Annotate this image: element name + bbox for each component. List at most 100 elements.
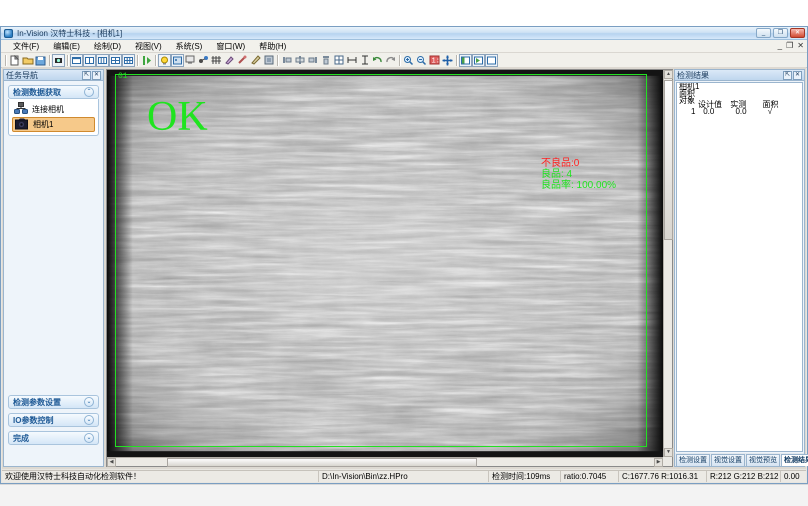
measure-icon[interactable] <box>236 54 249 67</box>
step-icon[interactable] <box>472 54 485 67</box>
align-right-icon[interactable] <box>306 54 319 67</box>
grid-icon[interactable] <box>210 54 223 67</box>
camera-image-canvas[interactable]: 01 OK 不良品:0 良品: 4 良品率: 100.00% <box>107 70 663 457</box>
align-left-icon[interactable] <box>280 54 293 67</box>
status-message: 欢迎使用汉特士科技自动化检测软件！ <box>2 471 318 482</box>
image-vertical-scrollbar[interactable]: ▲ ▼ <box>663 70 672 457</box>
light-bulb-icon[interactable] <box>158 54 171 67</box>
scroll-left-arrow-icon[interactable]: ◀ <box>107 458 116 467</box>
accordion-title: 完成 <box>13 433 84 444</box>
scroll-right-arrow-icon[interactable]: ▶ <box>654 458 663 467</box>
layout-six-icon[interactable] <box>122 54 135 67</box>
zoom-out-icon[interactable] <box>415 54 428 67</box>
tab-vision-settings[interactable]: 视觉设置 <box>711 454 745 466</box>
tool-a-icon[interactable] <box>249 54 262 67</box>
sidebar-item-connect-camera[interactable]: 连接相机 <box>12 102 95 117</box>
scroll-up-arrow-icon[interactable]: ▲ <box>664 70 673 79</box>
new-file-icon[interactable] <box>8 54 21 67</box>
accordion-title: 检测参数设置 <box>13 397 84 408</box>
sidebar-item-camera-1[interactable]: 相机1 <box>12 117 95 132</box>
zoom-in-icon[interactable] <box>402 54 415 67</box>
pan-icon[interactable] <box>441 54 454 67</box>
connect-camera-icon <box>14 102 28 117</box>
app-icon <box>4 29 13 38</box>
width-icon[interactable] <box>345 54 358 67</box>
chevron-up-icon[interactable]: ⌃ <box>84 87 94 97</box>
statistics-overlay: 不良品:0 良品: 4 良品率: 100.00% <box>541 158 616 191</box>
table-row[interactable]: 1 0.0 0.0 √ <box>691 107 794 116</box>
cell-design: 0.0 <box>703 107 733 116</box>
accordion-title: 检测数据获取 <box>13 87 84 98</box>
sidebar-item-label: 相机1 <box>33 119 53 130</box>
run-icon[interactable] <box>140 54 153 67</box>
redo-icon[interactable] <box>384 54 397 67</box>
layout-single-icon[interactable] <box>70 54 83 67</box>
tab-detection-result[interactable]: 检测结果 <box>781 454 808 466</box>
menu-draw[interactable]: 绘制(D) <box>87 41 128 52</box>
tab-vision-preview[interactable]: 视觉预览 <box>746 454 780 466</box>
menu-help[interactable]: 帮助(H) <box>252 41 293 52</box>
menu-system[interactable]: 系统(S) <box>169 41 210 52</box>
detection-result-table[interactable]: 相机1 面积 对象 设计值 实测 面积 1 0.0 0.0 √ <box>676 82 803 452</box>
accordion-header-detection-params[interactable]: 检测参数设置 ⌄ <box>8 395 99 409</box>
horizontal-scroll-thumb[interactable] <box>167 458 477 467</box>
accordion-header-io-control[interactable]: IO参数控制 ⌄ <box>8 413 99 427</box>
menu-view[interactable]: 视图(V) <box>128 41 169 52</box>
image-window-icon[interactable] <box>171 54 184 67</box>
close-icon[interactable]: ✕ <box>793 71 802 80</box>
stop-icon[interactable] <box>485 54 498 67</box>
scroll-down-arrow-icon[interactable]: ▼ <box>664 448 673 457</box>
accordion-header-finish[interactable]: 完成 ⌄ <box>8 431 99 445</box>
menu-window[interactable]: 窗口(W) <box>209 41 252 52</box>
autohide-icon[interactable]: ⇱ <box>82 71 91 80</box>
autohide-icon[interactable]: ⇱ <box>783 71 792 80</box>
toolbar: 1:1 <box>1 53 807 68</box>
mdi-restore-button[interactable]: ❐ <box>786 41 793 50</box>
mdi-minimize-button[interactable]: _ <box>778 41 782 50</box>
save-icon[interactable] <box>34 54 47 67</box>
chevron-down-icon[interactable]: ⌄ <box>84 415 94 425</box>
zoom-fit-icon[interactable]: 1:1 <box>428 54 441 67</box>
connect-camera-icon[interactable] <box>197 54 210 67</box>
window-title: In-Vision 汉特士科技 - [相机1] <box>17 28 122 39</box>
layout-three-icon[interactable] <box>96 54 109 67</box>
accordion-header-data-acquisition[interactable]: 检测数据获取 ⌃ <box>8 85 99 99</box>
close-icon[interactable]: ✕ <box>92 71 101 80</box>
minimize-button[interactable]: _ <box>756 28 771 38</box>
image-view-panel: 01 OK 不良品:0 良品: 4 良品率: 100.00% ▲ ▼ ◀ <box>106 69 673 467</box>
accordion-section-data-acquisition: 检测数据获取 ⌃ 连接相机 <box>8 85 99 136</box>
defect-count-label: 不良品:0 <box>541 158 616 169</box>
detection-result-title: 检测结果 <box>677 70 709 81</box>
accordion-title: IO参数控制 <box>13 415 84 426</box>
open-folder-icon[interactable] <box>21 54 34 67</box>
height-icon[interactable] <box>358 54 371 67</box>
tab-detection-settings[interactable]: 检测设置 <box>676 454 710 466</box>
calibrate-icon[interactable] <box>223 54 236 67</box>
image-horizontal-scrollbar[interactable]: ◀ ▶ <box>107 457 663 466</box>
result-header-line-3: 对象 <box>679 97 699 104</box>
align-center-icon[interactable] <box>293 54 306 67</box>
layout-four-icon[interactable] <box>109 54 122 67</box>
chevron-down-icon[interactable]: ⌄ <box>84 397 94 407</box>
camera-capture-icon[interactable] <box>52 54 65 67</box>
maximize-button[interactable]: ❐ <box>773 28 788 38</box>
yield-rate-label: 良品率: 100.00% <box>541 180 616 191</box>
result-header-stack: 相机1 面积 对象 <box>679 83 699 104</box>
tool-b-icon[interactable] <box>262 54 275 67</box>
mdi-child-controls: _ ❐ ✕ <box>778 41 804 50</box>
vertical-scroll-thumb[interactable] <box>664 80 673 240</box>
close-button[interactable]: ✕ <box>790 28 805 38</box>
align-grid-icon[interactable] <box>332 54 345 67</box>
undo-icon[interactable] <box>371 54 384 67</box>
play-icon[interactable] <box>459 54 472 67</box>
task-navigation-title: 任务导航 <box>6 70 38 81</box>
camera-id-label: 01 <box>118 72 128 81</box>
monitor-icon[interactable] <box>184 54 197 67</box>
menu-edit[interactable]: 编辑(E) <box>46 41 87 52</box>
status-value: 0.00 <box>780 471 806 482</box>
chevron-down-icon[interactable]: ⌄ <box>84 433 94 443</box>
mdi-close-button[interactable]: ✕ <box>797 41 804 50</box>
menu-file[interactable]: 文件(F) <box>6 41 46 52</box>
align-top-icon[interactable] <box>319 54 332 67</box>
layout-two-icon[interactable] <box>83 54 96 67</box>
